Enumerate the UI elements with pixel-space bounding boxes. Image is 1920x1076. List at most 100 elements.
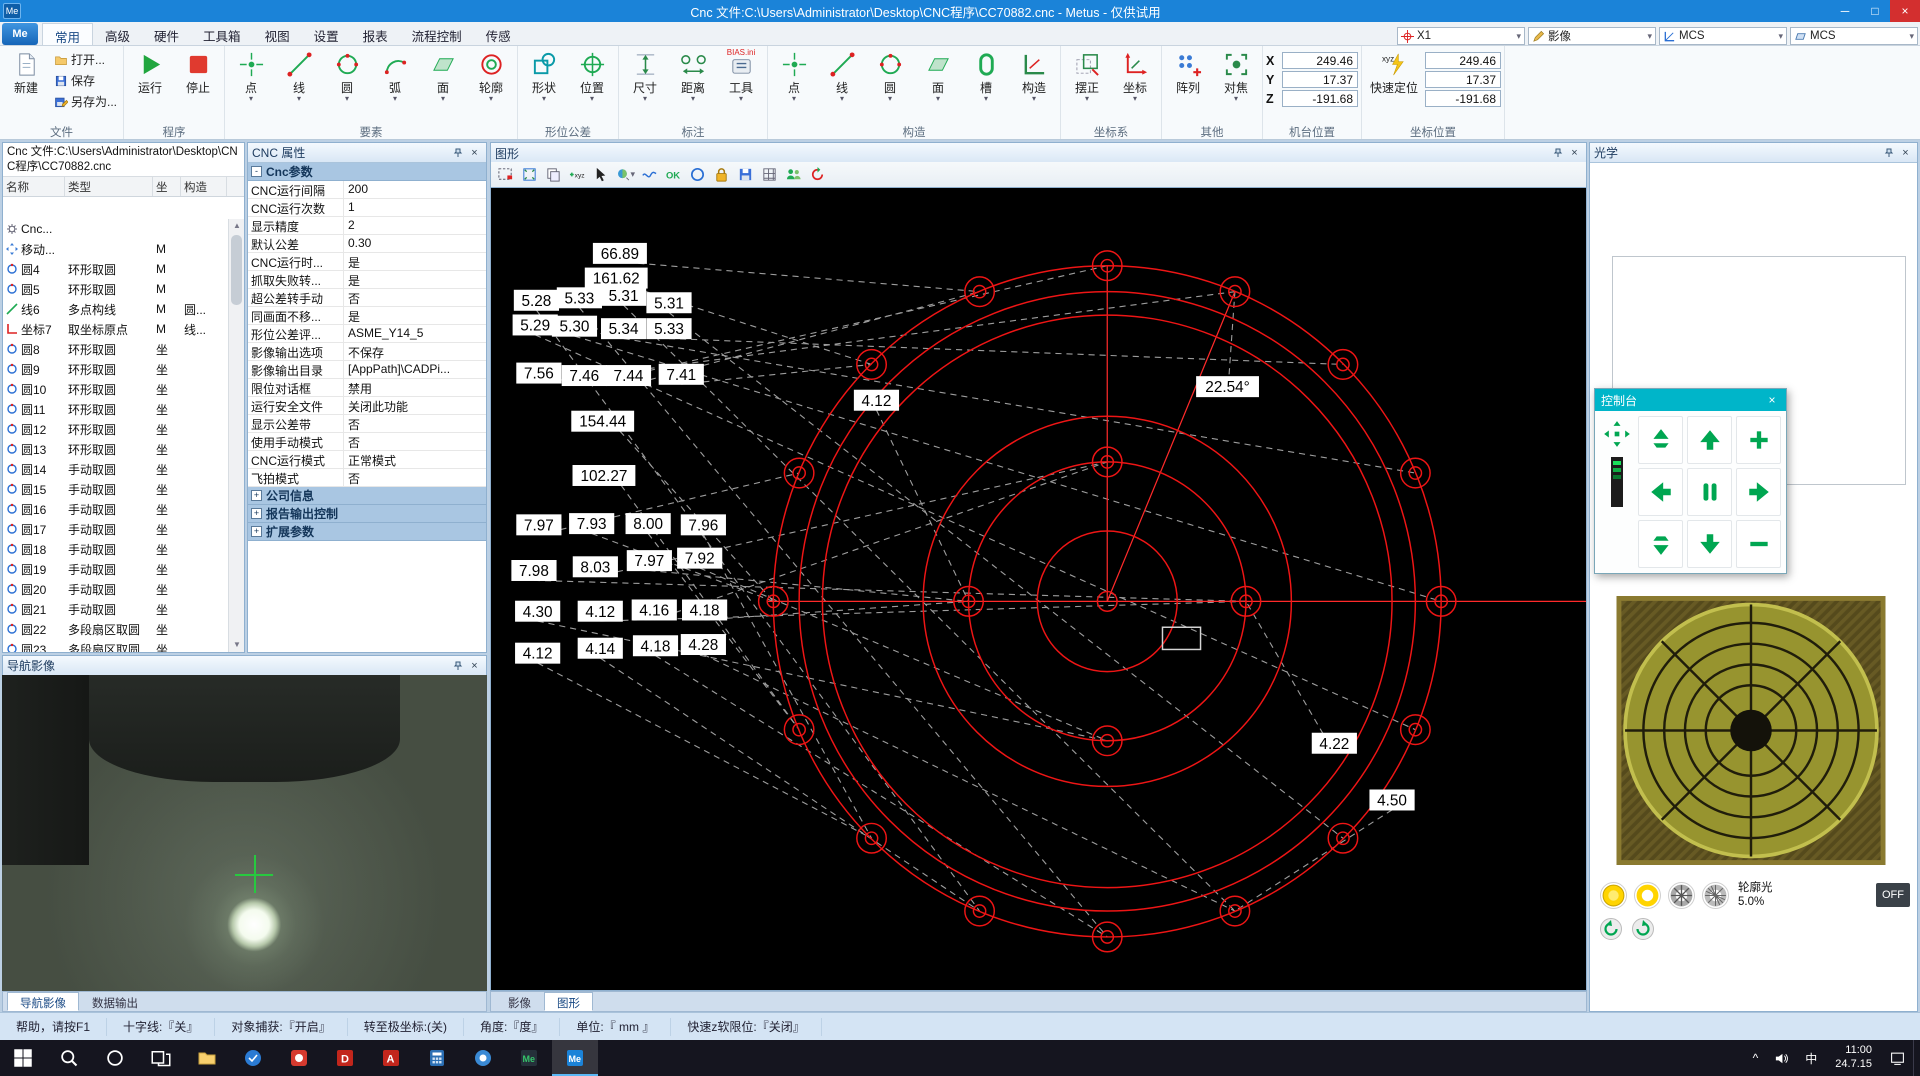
pick-tool[interactable]	[591, 164, 612, 185]
graphics-canvas[interactable]: 66.89161.625.285.335.315.315.295.305.345…	[490, 188, 1587, 991]
measurement-label[interactable]: 7.92	[677, 548, 722, 569]
ribbon-button-轮廓[interactable]: 轮廓▾	[468, 48, 514, 105]
tree-row[interactable]: 圆19手动取圆坐	[3, 559, 228, 579]
circle-overlay-toggle[interactable]	[687, 164, 708, 185]
measurement-label[interactable]: 22.54°	[1196, 376, 1259, 397]
measurement-label[interactable]: 5.34	[601, 318, 646, 339]
copy-view-tool[interactable]	[543, 164, 564, 185]
property-value[interactable]: 禁用	[344, 379, 486, 396]
property-value[interactable]: 2	[344, 217, 486, 234]
measurement-label[interactable]: 5.30	[552, 316, 597, 337]
jog-left-button[interactable]	[1638, 468, 1683, 516]
ribbon-button-位置[interactable]: 位置▾	[569, 48, 615, 105]
scroll-thumb[interactable]	[231, 235, 242, 305]
measurement-label[interactable]: 154.44	[571, 411, 634, 432]
tree-row[interactable]: 圆4环形取圆M	[3, 259, 228, 279]
file-menu-button[interactable]: Me	[2, 23, 38, 45]
ribbon-tab-高级[interactable]: 高级	[93, 23, 142, 45]
close-icon[interactable]: ×	[1898, 145, 1913, 160]
measurement-label[interactable]: 102.27	[573, 465, 636, 486]
tree-row[interactable]: Cnc...	[3, 219, 228, 239]
ribbon-button-距离[interactable]: 距离▾	[670, 48, 716, 105]
ribbon-button-点[interactable]: 点▾	[771, 48, 817, 105]
ribbon-button-圆[interactable]: 圆▾	[867, 48, 913, 105]
property-value[interactable]: 否	[344, 415, 486, 432]
close-icon[interactable]: ×	[1567, 146, 1582, 161]
tab-影像[interactable]: 影像	[495, 992, 544, 1011]
tree-row[interactable]: 移动...M	[3, 239, 228, 259]
tree-column-坐[interactable]: 坐	[153, 177, 181, 196]
ime-indicator[interactable]: 中	[1797, 1040, 1825, 1076]
ribbon-button-圆[interactable]: 圆▾	[324, 48, 370, 105]
tree-row[interactable]: 圆20手动取圆坐	[3, 579, 228, 599]
pin-icon[interactable]	[1881, 145, 1896, 160]
taskbar-app-a[interactable]: A	[368, 1040, 414, 1076]
tree-row[interactable]: 圆21手动取圆坐	[3, 599, 228, 619]
ribbon-tab-常用[interactable]: 常用	[42, 23, 93, 45]
ribbon-button-新建[interactable]: 新建	[3, 48, 49, 99]
tree-row[interactable]: 圆16手动取圆坐	[3, 499, 228, 519]
props-section-公司信息[interactable]: +公司信息	[248, 487, 486, 505]
region-select-tool[interactable]	[495, 164, 516, 185]
measurement-label[interactable]: 4.28	[681, 634, 726, 655]
tree-row[interactable]: 圆12环形取圆坐	[3, 419, 228, 439]
maximize-button[interactable]: □	[1860, 0, 1890, 22]
pin-icon[interactable]	[1550, 146, 1565, 161]
taskbar-app-metus-green[interactable]: Me	[506, 1040, 552, 1076]
show-desktop-button[interactable]	[1913, 1040, 1920, 1076]
ribbon-button-尺寸[interactable]: 尺寸▾	[622, 48, 668, 105]
measurement-label[interactable]: 4.30	[515, 601, 560, 622]
taskbar-search-button[interactable]	[46, 1040, 92, 1076]
close-icon[interactable]: ×	[1764, 393, 1780, 407]
expand-toggle-icon[interactable]: +	[251, 490, 262, 501]
tree-row[interactable]: 圆18手动取圆坐	[3, 539, 228, 559]
curve-toggle[interactable]	[639, 164, 660, 185]
tree-row[interactable]: 圆9环形取圆坐	[3, 359, 228, 379]
tree-row[interactable]: 坐标7取坐标原点M线...	[3, 319, 228, 339]
ribbon-button-对焦[interactable]: 对焦▾	[1213, 48, 1259, 105]
measurement-label[interactable]: 7.46	[562, 365, 607, 386]
property-value[interactable]: ASME_Y14_5	[344, 325, 486, 342]
z-up-button[interactable]	[1638, 416, 1683, 464]
taskbar-cortana-button[interactable]	[92, 1040, 138, 1076]
measurement-label[interactable]: 4.18	[682, 599, 727, 620]
scroll-up-icon[interactable]: ▲	[229, 219, 245, 233]
scroll-down-icon[interactable]: ▼	[229, 638, 245, 652]
ribbon-button-停止[interactable]: 停止	[175, 48, 221, 99]
tree-row[interactable]: 圆13环形取圆坐	[3, 439, 228, 459]
grid-toggle[interactable]	[759, 164, 780, 185]
measurement-label[interactable]: 8.03	[573, 556, 618, 577]
property-value[interactable]: 否	[344, 289, 486, 306]
property-value[interactable]: 正常模式	[344, 451, 486, 468]
measurement-label[interactable]: 5.28	[514, 290, 559, 311]
measurement-label[interactable]: 7.97	[516, 514, 561, 535]
tree-column-类型[interactable]: 类型	[65, 177, 153, 196]
tree-column-名称[interactable]: 名称	[3, 177, 65, 196]
view-combo-2[interactable]: MCS▾	[1659, 27, 1787, 45]
console-titlebar[interactable]: 控制台 ×	[1595, 389, 1786, 411]
taskbar-app-explorer[interactable]	[184, 1040, 230, 1076]
ribbon-tab-硬件[interactable]: 硬件	[142, 23, 191, 45]
measurement-label[interactable]: 4.12	[515, 643, 560, 664]
minimize-button[interactable]: ─	[1830, 0, 1860, 22]
navigation-camera-view[interactable]	[2, 675, 487, 991]
light-reset-left-button[interactable]	[1600, 918, 1622, 940]
ribbon-button-线[interactable]: 线▾	[819, 48, 865, 105]
expand-toggle-icon[interactable]: +	[251, 526, 262, 537]
speed-plus-button[interactable]	[1736, 416, 1781, 464]
ring-light-donut-button[interactable]	[1634, 882, 1661, 909]
property-value[interactable]: [AppPath]\CADPi...	[344, 361, 486, 378]
ribbon-button-形状[interactable]: 形状▾	[521, 48, 567, 105]
pin-icon[interactable]	[450, 145, 465, 160]
ribbon-tab-传感[interactable]: 传感	[474, 23, 523, 45]
ribbon-button-点[interactable]: 点▾	[228, 48, 274, 105]
ribbon-button-弧[interactable]: 弧▾	[372, 48, 418, 105]
ribbon-tab-设置[interactable]: 设置	[302, 23, 351, 45]
property-value[interactable]: 不保存	[344, 343, 486, 360]
measurement-label[interactable]: 5.33	[557, 287, 602, 308]
measurement-label[interactable]: 4.18	[633, 635, 678, 656]
property-value[interactable]: 200	[344, 181, 486, 198]
ring-light-segment-a-button[interactable]	[1668, 882, 1695, 909]
taskbar-taskview-button[interactable]	[138, 1040, 184, 1076]
expand-toggle-icon[interactable]: +	[251, 508, 262, 519]
